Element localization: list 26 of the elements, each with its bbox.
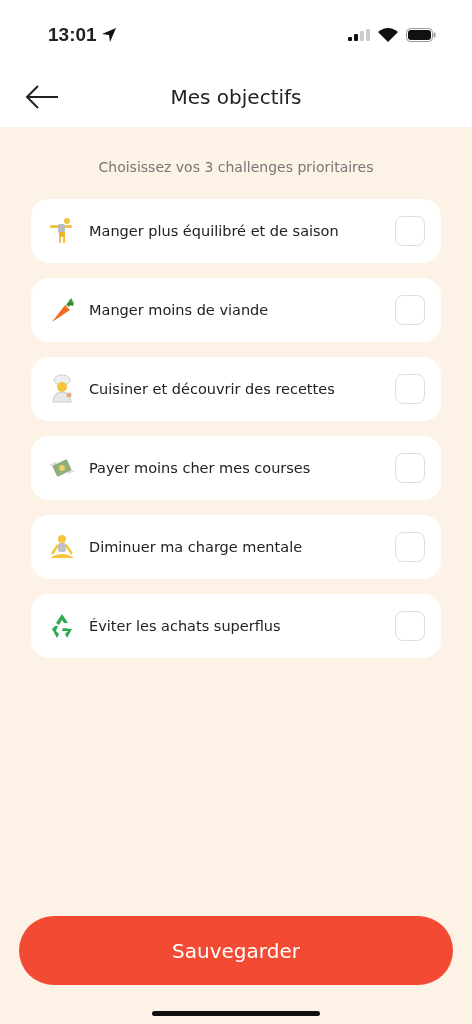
goal-card[interactable]: Éviter les achats superflus xyxy=(31,594,441,658)
goal-label: Manger plus équilibré et de saison xyxy=(89,223,340,239)
goal-card[interactable]: Cuisiner et découvrir des recettes xyxy=(31,357,441,421)
wifi-icon xyxy=(378,28,398,42)
goal-card[interactable]: Manger plus équilibré et de saison xyxy=(31,199,441,263)
signal-icon xyxy=(348,29,370,41)
checkbox[interactable] xyxy=(395,453,425,483)
goal-label: Cuisiner et découvrir des recettes xyxy=(89,381,336,397)
page-title: Mes objectifs xyxy=(170,84,302,109)
save-button[interactable]: Sauvegarder xyxy=(19,916,453,985)
checkbox[interactable] xyxy=(395,216,425,246)
instruction-text: Choisissez vos 3 challenges prioritaires xyxy=(97,159,375,175)
goal-label: Diminuer ma charge mentale xyxy=(89,539,304,555)
location-arrow-icon xyxy=(100,27,117,43)
checkbox[interactable] xyxy=(395,611,425,641)
goal-label: Éviter les achats superflus xyxy=(89,618,282,634)
goal-card[interactable]: Diminuer ma charge mentale xyxy=(31,515,441,579)
checkbox[interactable] xyxy=(395,532,425,562)
battery-icon xyxy=(406,28,436,42)
goal-label: Payer moins cher mes courses xyxy=(89,460,312,476)
checkbox[interactable] xyxy=(395,295,425,325)
status-time: 13:01 xyxy=(48,24,97,46)
goal-card[interactable]: Manger moins de viande xyxy=(31,278,441,342)
checkbox[interactable] xyxy=(395,374,425,404)
goal-card[interactable]: Payer moins cher mes courses xyxy=(31,436,441,500)
goal-label: Manger moins de viande xyxy=(89,302,270,318)
